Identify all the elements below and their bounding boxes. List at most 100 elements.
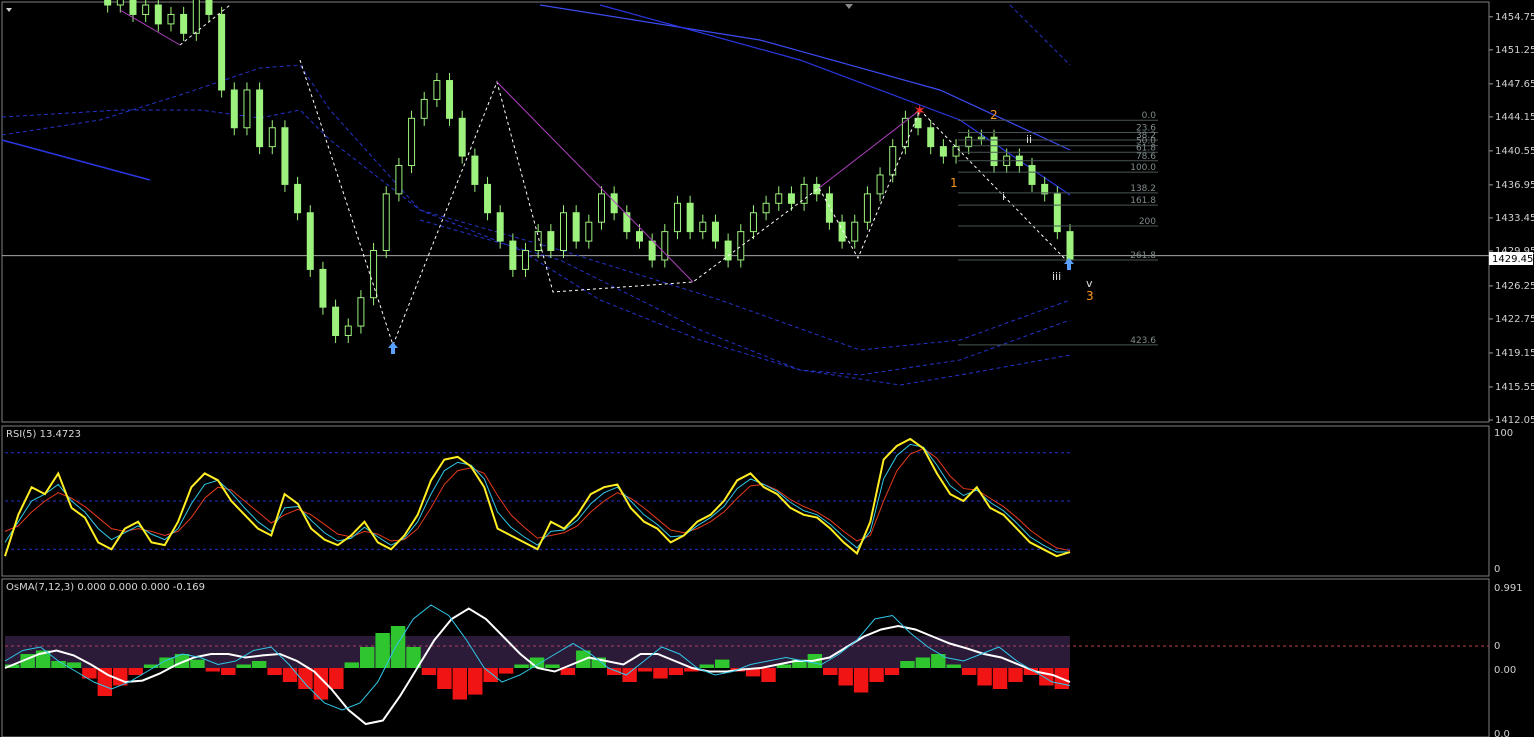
candle-body	[306, 212, 314, 270]
candle-body	[762, 202, 770, 214]
candle-body	[825, 193, 833, 223]
osma-histogram-bar	[900, 661, 915, 668]
osma-histogram-bar	[329, 668, 344, 689]
candle-body	[509, 240, 517, 270]
price-axis-label: 1451.25	[1495, 45, 1534, 56]
candle-body	[256, 89, 264, 148]
candle-body	[1066, 231, 1074, 261]
osma-histogram-bar	[452, 668, 468, 700]
osma-histogram-bar	[761, 668, 776, 682]
price-axis-label: 1433.45	[1495, 213, 1534, 224]
osma-axis-zero: 0	[1494, 641, 1500, 652]
candle-body	[205, 0, 213, 15]
price-axis-label: 1436.95	[1495, 180, 1534, 191]
candle-body	[357, 297, 365, 327]
candle-body	[281, 127, 289, 185]
wave-label-v: v	[1086, 277, 1093, 290]
rsi-panel-title: RSI(5) 13.4723	[6, 429, 81, 440]
osma-histogram-bar	[838, 668, 853, 686]
candle-body	[230, 89, 238, 129]
osma-histogram-bar	[267, 668, 282, 675]
osma-histogram-bar	[545, 664, 560, 668]
candle-body	[104, 0, 112, 6]
candle-body	[167, 13, 175, 25]
price-axis-label: 1422.75	[1495, 314, 1534, 325]
fib-level-label: 261.8	[1130, 251, 1156, 261]
candle-body	[142, 4, 150, 15]
osma-histogram-bar	[498, 668, 514, 674]
osma-histogram-bar	[992, 668, 1008, 689]
candle-body	[876, 174, 884, 195]
candle-body	[939, 146, 947, 157]
osma-histogram-bar	[282, 668, 298, 682]
osma-histogram-bar	[699, 664, 714, 668]
osma-histogram-bar	[915, 657, 931, 668]
price-axis-label: 1447.65	[1495, 79, 1534, 90]
osma-histogram-bar	[190, 659, 205, 668]
candle-body	[813, 183, 821, 195]
candle-body	[597, 193, 605, 223]
candle-body	[382, 193, 390, 252]
candle-body	[737, 231, 745, 261]
candle-body	[433, 80, 441, 100]
osma-histogram-bar	[622, 668, 637, 682]
osma-axis-bottom: 0.0	[1494, 729, 1510, 737]
wave-label-i: i	[1002, 190, 1005, 203]
candle-body	[420, 98, 428, 119]
osma-histogram-bar	[437, 668, 452, 689]
osma-histogram-bar	[668, 668, 684, 675]
candle-body	[952, 146, 960, 157]
candle-body	[977, 136, 985, 140]
candle-body	[408, 117, 416, 167]
osma-histogram-bar	[606, 668, 622, 675]
candle-body	[332, 306, 340, 336]
osma-histogram-bar	[360, 647, 375, 668]
osma-histogram-bar	[128, 668, 143, 675]
candle-body	[585, 221, 593, 242]
candle-body	[749, 212, 757, 233]
candle-body	[724, 240, 732, 261]
rsi-axis-max: 100	[1494, 428, 1513, 439]
wave-label-ii: ii	[1026, 133, 1032, 146]
price-axis: 1454.75 1451.25 1447.65 1444.15 1440.55 1436.…	[1489, 12, 1534, 426]
star-icon: ✶	[913, 101, 926, 120]
candle-body	[268, 127, 276, 148]
osma-histogram-bar	[236, 664, 251, 668]
candle-body	[458, 117, 466, 157]
candle-body	[218, 13, 226, 91]
fib-level-label: 138.2	[1130, 184, 1156, 194]
candle-body	[484, 183, 492, 214]
osma-histogram-bar	[390, 626, 406, 668]
candle-body	[192, 0, 200, 34]
trading-chart[interactable]: 0.023.638.250.061.878.6100.0138.2161.820…	[0, 0, 1534, 737]
candle-body	[775, 193, 783, 204]
osma-histogram-bar	[1008, 668, 1023, 682]
osma-histogram-bar	[514, 664, 529, 668]
candle-body	[648, 240, 656, 261]
osma-histogram-bar	[653, 668, 668, 679]
candle-body	[711, 221, 719, 242]
fib-level-label: 423.6	[1130, 336, 1156, 346]
osma-panel-title: OsMA(7,12,3) 0.000 0.000 0.000 -0.169	[6, 582, 205, 593]
candle-body	[522, 250, 530, 270]
fib-level-label: 100.0	[1130, 163, 1156, 173]
osma-histogram-bar	[344, 662, 359, 668]
osma-histogram-bar	[823, 668, 838, 675]
wave-label-1: 1	[950, 176, 958, 190]
wave-label-iii: iii	[1052, 270, 1061, 283]
candle-body	[294, 183, 302, 214]
price-axis-label: 1419.15	[1495, 348, 1534, 359]
wave-label-2: 2	[990, 108, 998, 122]
osma-histogram-bar	[205, 668, 221, 672]
fib-level-label: 161.8	[1130, 196, 1156, 206]
candle-body	[673, 202, 681, 233]
fib-level-label: 200	[1139, 217, 1156, 227]
osma-histogram-bar	[483, 668, 498, 682]
price-axis-label: 1426.25	[1495, 281, 1534, 292]
candle-body	[446, 80, 454, 119]
candle-body	[534, 231, 542, 252]
candle-body	[623, 212, 631, 233]
osma-histogram-bar	[468, 668, 483, 695]
osma-histogram-bar	[884, 668, 900, 675]
candle-body	[787, 193, 795, 204]
